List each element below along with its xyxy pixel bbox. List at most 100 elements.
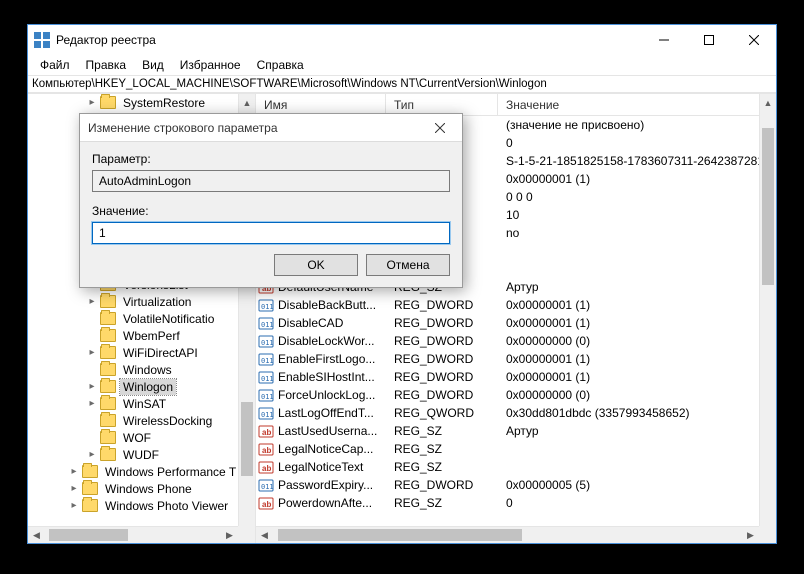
value-label: Значение: [92,204,450,218]
list-row[interactable]: abLastUsedUserna...REG_SZАртур [256,422,759,440]
column-type[interactable]: Тип [386,94,498,115]
menubar: Файл Правка Вид Избранное Справка [28,55,776,75]
svg-text:ab: ab [262,428,271,437]
row-type: REG_SZ [386,424,498,438]
folder-icon [100,295,116,308]
tree-item[interactable]: ▪WirelessDocking [28,412,255,429]
tree-item[interactable]: ▸Winlogon [28,378,255,395]
list-row[interactable]: 011ForceUnlockLog...REG_DWORD0x00000000 … [256,386,759,404]
list-row[interactable]: 011EnableFirstLogo...REG_DWORD0x00000001… [256,350,759,368]
row-value: S-1-5-21-1851825158-1783607311-264238728… [498,154,759,168]
list-hscrollbar[interactable]: ◀ ▶ [256,526,759,543]
minimize-button[interactable] [641,25,686,55]
value-input[interactable] [92,222,450,244]
menu-view[interactable]: Вид [134,56,172,74]
row-name: EnableFirstLogo... [278,352,375,366]
tree-item-label: WiFiDirectAPI [120,345,201,361]
list-row[interactable]: abLegalNoticeCap...REG_SZ [256,440,759,458]
expand-icon[interactable]: ▸ [68,484,80,494]
folder-icon [100,431,116,444]
tree-item[interactable]: ▪WbemPerf [28,327,255,344]
list-row[interactable]: 011DisableCADREG_DWORD0x00000001 (1) [256,314,759,332]
scroll-thumb[interactable] [762,128,774,286]
menu-help[interactable]: Справка [249,56,312,74]
row-name: PowerdownAfte... [278,496,372,510]
folder-icon [82,465,98,478]
svg-text:011: 011 [261,321,274,329]
svg-text:ab: ab [262,464,271,473]
tree-item-label: Windows [120,362,175,378]
tree-item[interactable]: ▸WinSAT [28,395,255,412]
expand-icon[interactable]: ▸ [86,382,98,392]
list-row[interactable]: 011EnableSIHostInt...REG_DWORD0x00000001… [256,368,759,386]
expand-icon[interactable]: ▸ [86,399,98,409]
dialog-title: Изменение строкового параметра [88,121,426,135]
tree-item[interactable]: ▸Virtualization [28,293,255,310]
scroll-left-icon[interactable]: ◀ [28,527,45,543]
row-type: REG_DWORD [386,316,498,330]
expand-icon[interactable]: ▸ [86,450,98,460]
scroll-right-icon[interactable]: ▶ [221,527,238,543]
column-value[interactable]: Значение [498,94,776,115]
list-row[interactable]: abPowerdownAfte...REG_SZ0 [256,494,759,512]
scroll-up-icon[interactable]: ▲ [760,94,776,111]
ok-button[interactable]: OK [274,254,358,276]
tree-item[interactable]: ▪VolatileNotificatio [28,310,255,327]
menu-favorites[interactable]: Избранное [172,56,249,74]
tree-item[interactable]: ▸WUDF [28,446,255,463]
row-name: EnableSIHostInt... [278,370,375,384]
dialog-close-button[interactable] [426,114,454,142]
list-row[interactable]: 011PasswordExpiry...REG_DWORD0x00000005 … [256,476,759,494]
scroll-thumb[interactable] [278,529,522,541]
tree-item-label: WbemPerf [120,328,183,344]
tree-hscrollbar[interactable]: ◀ ▶ [28,526,238,543]
row-value: 0x00000001 (1) [498,316,759,330]
string-icon: ab [258,441,274,457]
binary-icon: 011 [258,333,274,349]
tree-item-label: SystemRestore [120,95,208,111]
row-type: REG_DWORD [386,352,498,366]
folder-icon [100,312,116,325]
row-name: LastLogOffEndT... [278,406,374,420]
tree-item-label: WOF [120,430,154,446]
tree-item[interactable]: ▸Windows Performance T [28,463,255,480]
list-vscrollbar[interactable]: ▲ ▼ [759,94,776,543]
expand-icon[interactable]: ▸ [86,98,98,108]
row-value: 0 [498,136,759,150]
column-name[interactable]: Имя [256,94,386,115]
tree-item[interactable]: ▪WOF [28,429,255,446]
tree-item[interactable]: ▸ SystemRestore [28,94,255,111]
folder-icon [82,499,98,512]
list-row[interactable]: 011LastLogOffEndT...REG_QWORD0x30dd801db… [256,404,759,422]
tree-item[interactable]: ▸Windows Phone [28,480,255,497]
param-name-field: AutoAdminLogon [92,170,450,192]
scroll-left-icon[interactable]: ◀ [256,527,273,543]
row-type: REG_DWORD [386,478,498,492]
row-value: 10 [498,208,759,222]
string-icon: ab [258,495,274,511]
folder-icon [82,482,98,495]
menu-file[interactable]: Файл [32,56,78,74]
cancel-button[interactable]: Отмена [366,254,450,276]
scroll-right-icon[interactable]: ▶ [742,527,759,543]
close-button[interactable] [731,25,776,55]
expand-icon[interactable]: ▸ [86,348,98,358]
list-row[interactable]: abLegalNoticeTextREG_SZ [256,458,759,476]
tree-item[interactable]: ▸ WiFiDirectAPI [28,344,255,361]
maximize-button[interactable] [686,25,731,55]
tree-item[interactable]: ▸Windows Photo Viewer [28,497,255,514]
scroll-up-icon[interactable]: ▲ [239,94,255,111]
expand-icon[interactable]: ▸ [68,501,80,511]
list-row[interactable]: 011DisableLockWor...REG_DWORD0x00000000 … [256,332,759,350]
scroll-thumb[interactable] [241,402,253,477]
row-type: REG_DWORD [386,370,498,384]
tree-item[interactable]: ▪Windows [28,361,255,378]
expand-icon[interactable]: ▸ [86,297,98,307]
address-bar[interactable]: Компьютер\HKEY_LOCAL_MACHINE\SOFTWARE\Mi… [28,75,776,94]
list-row[interactable]: 011DisableBackButt...REG_DWORD0x00000001… [256,296,759,314]
scroll-thumb[interactable] [49,529,128,541]
menu-edit[interactable]: Правка [78,56,135,74]
row-name: LegalNoticeText [278,460,363,474]
expand-icon[interactable]: ▸ [68,467,80,477]
row-name: LastUsedUserna... [278,424,377,438]
